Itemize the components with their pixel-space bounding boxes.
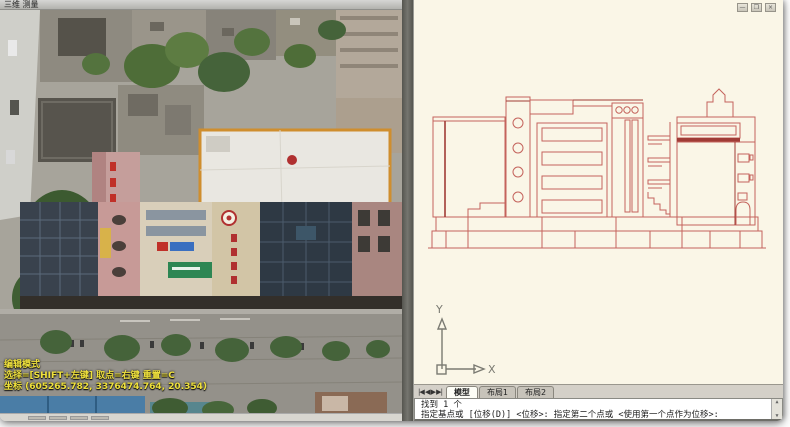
tab-nav-arrows[interactable]: |◀ ◀ ▶ ▶| <box>414 388 446 398</box>
photo-panel-title: 三维 测量 <box>0 0 402 10</box>
tab-layout1[interactable]: 布局1 <box>479 386 516 398</box>
taskbar-fragment <box>70 416 88 420</box>
ucs-icon: Y X <box>422 303 496 383</box>
command-prompt-line: 指定基点或 [位移(D)] <位移>: 指定第二个点或 <使用第一个点作为位移>… <box>421 410 768 420</box>
scroll-up-icon[interactable]: ▲ <box>772 399 782 405</box>
overlay-coordinates: 坐标 (605265.782, 3376474.764, 20.354) <box>4 382 207 393</box>
overlay-hint: 选择=[SHIFT+左键] 取点=右键 重置=C <box>4 371 207 382</box>
taskbar-fragment <box>49 416 67 420</box>
elevation-circle-tower <box>506 97 530 217</box>
layout-tab-bar: |◀ ◀ ▶ ▶| 模型 布局1 布局2 <box>414 384 783 398</box>
elevation-right-building <box>677 89 755 225</box>
window-controls: — ❒ × <box>737 3 776 12</box>
cad-canvas[interactable]: — ❒ × <box>414 0 783 384</box>
photo-panel: 三维 测量 <box>0 0 402 421</box>
taskbar-fragment <box>28 416 46 420</box>
taskbar-fragment <box>91 416 109 420</box>
app-window: 三维 测量 <box>0 0 783 421</box>
viewport-status-overlay: 编辑模式 选择=[SHIFT+左键] 取点=右键 重置=C 坐标 (605265… <box>4 360 207 393</box>
cad-panel: — ❒ × <box>413 0 783 421</box>
minimize-button[interactable]: — <box>737 3 748 12</box>
scroll-down-icon[interactable]: ▼ <box>772 413 782 419</box>
elevation-small-tower <box>612 103 643 217</box>
overlay-edit-mode: 编辑模式 <box>4 360 207 371</box>
tab-model[interactable]: 模型 <box>446 386 478 398</box>
close-button[interactable]: × <box>765 3 776 12</box>
elevation-drawing <box>420 62 772 262</box>
command-scrollbar[interactable]: ▲ ▼ <box>771 399 782 419</box>
aerial-photo <box>0 10 402 413</box>
command-line-area[interactable]: 找到 1 个 指定基点或 [位移(D)] <位移>: 指定第二个点或 <使用第一… <box>414 398 783 421</box>
elevation-base <box>428 217 766 248</box>
facade-row <box>20 202 402 309</box>
ucs-x-label: X <box>488 363 496 376</box>
command-history-line: 找到 1 个 <box>421 400 768 410</box>
restore-button[interactable]: ❒ <box>751 3 762 12</box>
panel-divider[interactable] <box>402 0 413 421</box>
elevation-left-block <box>433 117 505 217</box>
aerial-photo-viewport[interactable]: 编辑模式 选择=[SHIFT+左键] 取点=右键 重置=C 坐标 (605265… <box>0 10 402 413</box>
tab-layout2[interactable]: 布局2 <box>517 386 554 398</box>
elevation-stepped-section <box>648 122 670 217</box>
ucs-y-label: Y <box>435 303 443 316</box>
photo-panel-bottom-strip <box>0 413 402 421</box>
